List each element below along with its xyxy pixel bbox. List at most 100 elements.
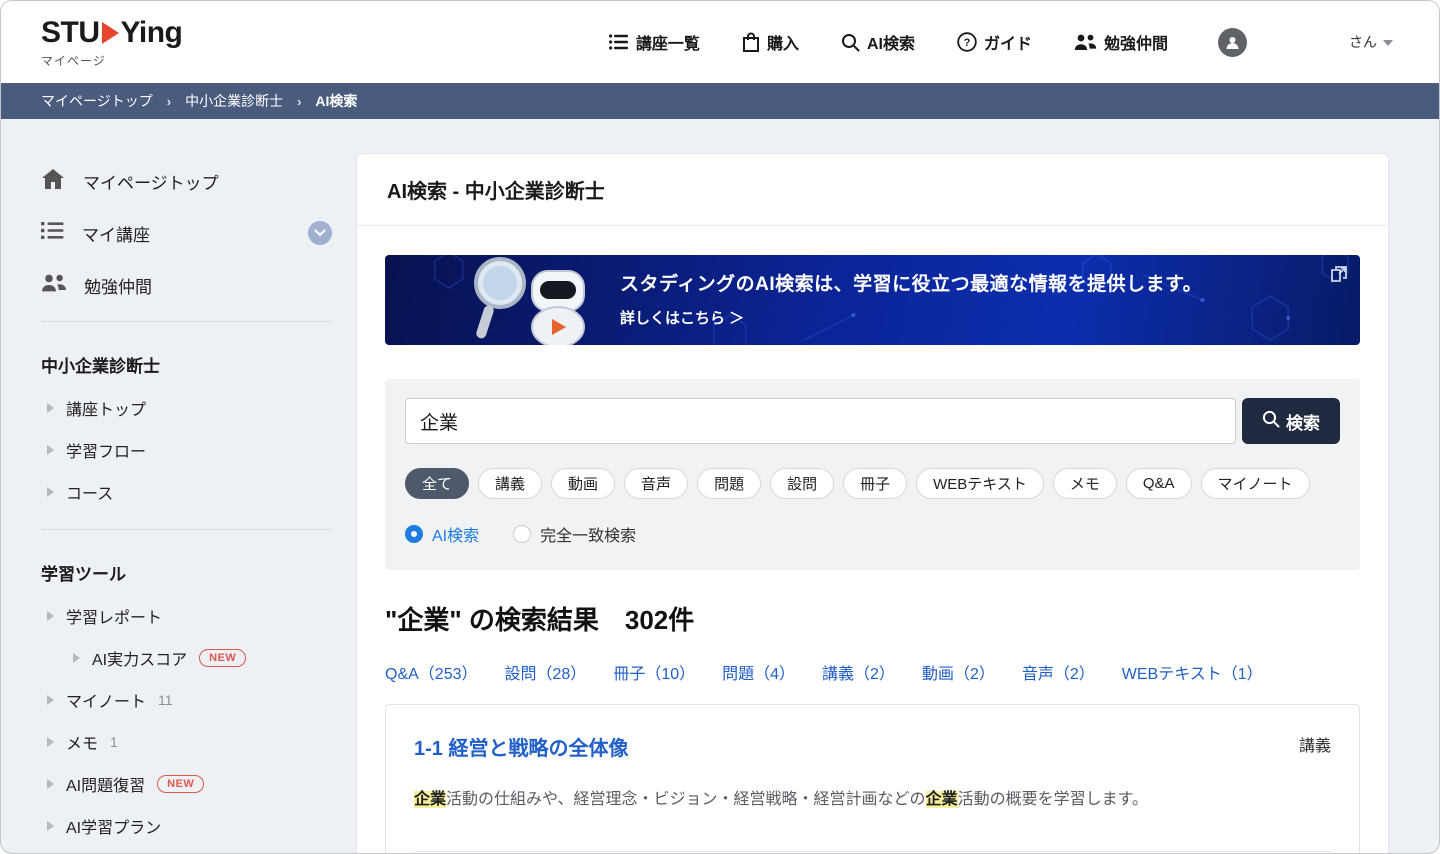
result-card: 1-1 経営と戦略の全体像 講義 企業活動の仕組みや、経営理念・ビジョン・経営戦… — [385, 704, 1360, 853]
chip-web-text[interactable]: WEBテキスト — [916, 468, 1044, 499]
svg-text:?: ? — [964, 37, 971, 49]
content-area: マイページトップ マイ講座 勉強仲間 中小企業診断士 講座トップ 学習フロー コ… — [1, 119, 1439, 853]
item-count: 11 — [158, 692, 173, 708]
sidebar-item-mypage-top[interactable]: マイページトップ — [41, 155, 332, 207]
sidebar-item-learning-report[interactable]: 学習レポート — [41, 595, 332, 637]
triangle-right-icon — [47, 611, 54, 621]
search-input[interactable] — [405, 398, 1236, 444]
nav-ai-search[interactable]: AI検索 — [841, 30, 915, 54]
sidebar-item-ai-study-plan[interactable]: AI学習プラン — [41, 805, 332, 847]
nav-guide[interactable]: ? ガイド — [957, 30, 1032, 54]
chip-lecture[interactable]: 講義 — [478, 468, 543, 499]
item-count: 1 — [110, 734, 118, 750]
ai-search-promo-banner[interactable]: スタディングのAI検索は、学習に役立つ最適な情報を提供します。 詳しくはこちら … — [385, 255, 1360, 345]
triangle-right-icon — [47, 737, 54, 747]
result-title-link[interactable]: 1-1 経営と戦略の全体像 — [414, 732, 628, 761]
nav-label: AI検索 — [866, 36, 915, 53]
search-icon — [841, 33, 860, 52]
chip-memo[interactable]: メモ — [1052, 468, 1117, 499]
shopping-bag-icon — [742, 32, 760, 53]
breadcrumb: マイページトップ › 中小企業診断士 › AI検索 — [1, 83, 1439, 119]
main-panel: AI検索 - 中小企業診断士 スタディングのAI検索は、学習に役立つ最適な情報を… — [356, 153, 1389, 853]
chip-setting-question[interactable]: 設問 — [770, 468, 835, 499]
sidebar-item-study-friends[interactable]: 勉強仲間 — [41, 259, 332, 311]
result-link-setmon[interactable]: 設問（28） — [505, 660, 587, 684]
robot-mascot-illustration — [474, 257, 585, 345]
triangle-right-icon — [73, 653, 80, 663]
sidebar-item-label: AI問題復習 — [66, 778, 146, 795]
nav-label: 講座一覧 — [635, 36, 700, 53]
breadcrumb-current: AI検索 — [315, 93, 358, 109]
sidebar-item-course-top[interactable]: 講座トップ — [41, 387, 332, 429]
sidebar-item-ai-search[interactable]: AI検索 NEW — [41, 847, 332, 853]
chip-my-note[interactable]: マイノート — [1200, 468, 1310, 499]
result-link-audio[interactable]: 音声（2） — [1022, 660, 1095, 684]
new-badge: NEW — [199, 649, 247, 667]
nav-label: 勉強仲間 — [1103, 36, 1168, 53]
search-row: 検索 — [405, 398, 1340, 444]
sidebar-item-course[interactable]: コース — [41, 471, 332, 513]
result-link-webtext[interactable]: WEBテキスト（1） — [1122, 660, 1263, 684]
sidebar-item-learning-flow[interactable]: 学習フロー — [41, 429, 332, 471]
nav-purchase[interactable]: 購入 — [742, 30, 799, 54]
chip-audio[interactable]: 音声 — [624, 468, 689, 499]
chip-all[interactable]: 全て — [405, 468, 470, 499]
app-window: STU Ying マイページ 講座一覧 購入 AI検索 ? ガイド 勉強仲間 さ… — [0, 0, 1440, 854]
nav-label: 購入 — [766, 36, 799, 53]
logo-text-right: Ying — [120, 15, 183, 49]
chip-question[interactable]: 問題 — [697, 468, 762, 499]
user-menu[interactable]: さん — [1349, 32, 1393, 52]
breadcrumb-separator: › — [166, 93, 172, 109]
studying-logo[interactable]: STU Ying マイページ — [41, 15, 183, 69]
result-link-video[interactable]: 動画（2） — [922, 660, 995, 684]
sidebar-item-ai-review[interactable]: AI問題復習 NEW — [41, 763, 332, 805]
radio-selected-icon — [405, 525, 423, 543]
breadcrumb-course[interactable]: 中小企業診断士 — [185, 91, 283, 111]
user-name: さん — [1349, 34, 1377, 50]
radio-exact-match[interactable]: 完全一致検索 — [513, 522, 636, 546]
sidebar-tools-heading: 学習ツール — [41, 565, 126, 584]
breadcrumb-mypage-top[interactable]: マイページトップ — [41, 91, 153, 111]
sidebar-item-label: AI実力スコア — [92, 652, 188, 669]
radio-ai-search[interactable]: AI検索 — [405, 522, 479, 546]
radio-label: 完全一致検索 — [540, 528, 637, 545]
search-mode-radios: AI検索 完全一致検索 — [405, 522, 1340, 546]
nav-course-list[interactable]: 講座一覧 — [608, 30, 700, 54]
triangle-right-icon — [47, 445, 54, 455]
chip-video[interactable]: 動画 — [551, 468, 616, 499]
sidebar-item-memo[interactable]: メモ 1 — [41, 721, 332, 763]
sidebar-item-my-courses[interactable]: マイ講座 — [41, 207, 332, 259]
result-link-lecture[interactable]: 講義（2） — [822, 660, 895, 684]
radio-label: AI検索 — [432, 528, 480, 545]
search-button[interactable]: 検索 — [1242, 398, 1340, 444]
banner-headline: スタディングのAI検索は、学習に役立つ最適な情報を提供します。 — [620, 274, 1203, 295]
result-link-qa[interactable]: Q&A（253） — [385, 660, 478, 684]
nav-label: ガイド — [983, 36, 1032, 53]
triangle-right-icon — [47, 403, 54, 413]
sidebar-item-label: マイノート — [66, 694, 147, 711]
sidebar-course-heading: 中小企業診断士 — [41, 357, 160, 376]
sidebar-item-label: マイページトップ — [83, 173, 219, 193]
list-icon — [608, 33, 629, 51]
triangle-right-icon — [47, 821, 54, 831]
nav-study-friends[interactable]: 勉強仲間 — [1074, 30, 1168, 54]
sidebar-item-my-notes[interactable]: マイノート 11 — [41, 679, 332, 721]
result-type-label: 講義 — [1298, 738, 1331, 755]
result-link-booklet[interactable]: 冊子（10） — [613, 660, 695, 684]
expand-chevron-icon[interactable] — [308, 221, 332, 245]
chip-booklet[interactable]: 冊子 — [843, 468, 908, 499]
people-icon — [1074, 34, 1097, 51]
sidebar-item-label: マイ講座 — [82, 225, 150, 245]
sidebar-divider — [41, 529, 332, 530]
result-description: 企業活動の仕組みや、経営理念・ビジョン・経営戦略・経営計画などの企業活動の概要を… — [414, 791, 1148, 808]
results-heading: "企業" の検索結果 302件 — [385, 605, 695, 635]
user-avatar[interactable] — [1218, 27, 1247, 57]
sidebar-item-ai-score[interactable]: AI実力スコア NEW — [41, 637, 332, 679]
chip-qa[interactable]: Q&A — [1125, 468, 1192, 499]
banner-details-link[interactable]: 詳しくはこちら ＞ — [620, 307, 1202, 328]
search-panel: 検索 全て 講義 動画 音声 問題 設問 冊子 WEBテキスト メモ Q&A — [385, 379, 1360, 570]
sidebar-item-label: 学習レポート — [66, 610, 163, 627]
home-icon — [41, 168, 65, 195]
result-link-question[interactable]: 問題（4） — [722, 660, 795, 684]
sidebar-item-label: 講座トップ — [66, 402, 147, 419]
